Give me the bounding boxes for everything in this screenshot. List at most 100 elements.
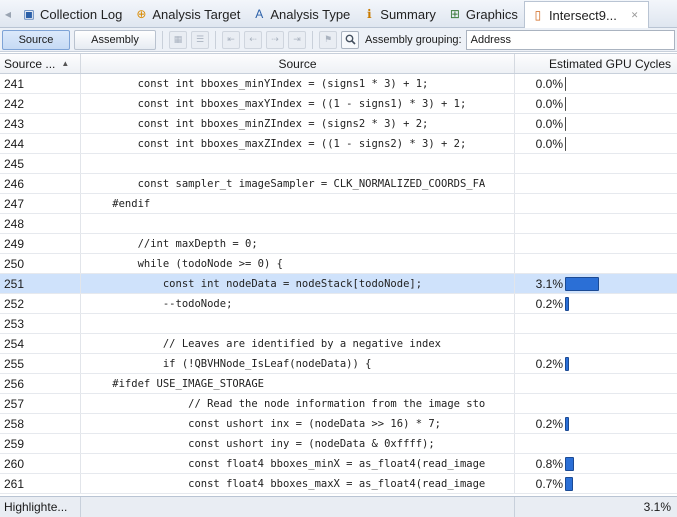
table-row[interactable]: 251 const int nodeData = nodeStack[todoN…: [0, 274, 677, 294]
table-row[interactable]: 253: [0, 314, 677, 334]
table-row[interactable]: 260 const float4 bboxes_minX = as_float4…: [0, 454, 677, 474]
gpu-cycles-bar: [565, 456, 574, 471]
line-number: 245: [0, 154, 81, 173]
assembly-grouping-select[interactable]: Address: [465, 29, 675, 50]
column-header-gpu-cycles[interactable]: Estimated GPU Cycles: [515, 54, 677, 73]
gpu-cycles-cell: 0.2%: [515, 354, 677, 373]
line-number: 242: [0, 94, 81, 113]
table-row[interactable]: 255 if (!QBVHNode_IsLeaf(nodeData)) {0.2…: [0, 354, 677, 374]
line-number: 254: [0, 334, 81, 353]
table-row[interactable]: 243 const int bboxes_minZIndex = (signs2…: [0, 114, 677, 134]
tab-collection-log[interactable]: ▣ Collection Log: [16, 1, 128, 27]
table-row[interactable]: 247 #endif: [0, 194, 677, 214]
gpu-cycles-percent: 3.1%: [535, 276, 563, 291]
source-code: const int bboxes_minZIndex = (signs2 * 3…: [81, 114, 515, 133]
table-row[interactable]: 249 //int maxDepth = 0;: [0, 234, 677, 254]
table-row[interactable]: 261 const float4 bboxes_maxX = as_float4…: [0, 474, 677, 494]
gpu-cycles-percent: 0.2%: [535, 416, 563, 431]
navigate-first-icon[interactable]: ⇤: [222, 30, 240, 49]
footer-source-cell: [81, 497, 515, 517]
gpu-cycles-bar: [565, 416, 569, 431]
tab-scroll-left-icon[interactable]: ◀: [0, 1, 16, 27]
line-number: 256: [0, 374, 81, 393]
tab-analysis-type[interactable]: A Analysis Type: [246, 1, 356, 27]
target-icon: ⊕: [136, 7, 147, 21]
gpu-cycles-bar: [565, 356, 569, 371]
tab-analysis-target[interactable]: ⊕ Analysis Target: [128, 1, 246, 27]
tab-summary[interactable]: ℹ Summary: [356, 1, 442, 27]
source-code: const ushort inx = (nodeData >> 16) * 7;: [81, 414, 515, 433]
source-code: #endif: [81, 194, 515, 213]
column-header-source[interactable]: Source: [81, 54, 515, 73]
source-code: #ifdef USE_IMAGE_STORAGE: [81, 374, 515, 393]
table-row[interactable]: 257 // Read the node information from th…: [0, 394, 677, 414]
list-view-icon[interactable]: ☰: [191, 30, 209, 49]
source-view-button[interactable]: Source: [2, 29, 70, 50]
gpu-cycles-bar: [565, 476, 573, 491]
navigate-last-icon[interactable]: ⇥: [288, 30, 306, 49]
gpu-cycles-percent: 0.2%: [535, 296, 563, 311]
search-icon[interactable]: [341, 30, 359, 49]
source-code: const int nodeData = nodeStack[todoNode]…: [81, 274, 515, 293]
line-number: 260: [0, 454, 81, 473]
source-code: const int bboxes_maxYIndex = ((1 - signs…: [81, 94, 515, 113]
column-header-gpu-cycles-label: Estimated GPU Cycles: [548, 56, 671, 71]
gpu-cycles-cell: [515, 174, 677, 193]
gpu-cycles-bar: [565, 276, 599, 291]
tab-graphics[interactable]: ⊞ Graphics: [442, 1, 524, 27]
source-code: const int bboxes_maxZIndex = ((1 - signs…: [81, 134, 515, 153]
source-code: const float4 bboxes_minX = as_float4(rea…: [81, 454, 515, 473]
source-code: const ushort iny = (nodeData & 0xffff);: [81, 434, 515, 453]
gpu-cycles-cell: [515, 374, 677, 393]
table-row[interactable]: 259 const ushort iny = (nodeData & 0xfff…: [0, 434, 677, 454]
table-row[interactable]: 250 while (todoNode >= 0) {: [0, 254, 677, 274]
table-row[interactable]: 248: [0, 214, 677, 234]
table-row[interactable]: 241 const int bboxes_minYIndex = (signs1…: [0, 74, 677, 94]
toolbar-divider: [312, 30, 313, 49]
source-code: //int maxDepth = 0;: [81, 234, 515, 253]
line-number: 255: [0, 354, 81, 373]
table-row[interactable]: 242 const int bboxes_maxYIndex = ((1 - s…: [0, 94, 677, 114]
line-number: 247: [0, 194, 81, 213]
grid-header: Source ... ▲ Source Estimated GPU Cycles: [0, 54, 677, 74]
gpu-cycles-cell: 0.2%: [515, 414, 677, 433]
line-number: 243: [0, 114, 81, 133]
source-code: while (todoNode >= 0) {: [81, 254, 515, 273]
line-number: 244: [0, 134, 81, 153]
navigate-prev-icon[interactable]: ⇠: [244, 30, 262, 49]
table-row[interactable]: 244 const int bboxes_maxZIndex = ((1 - s…: [0, 134, 677, 154]
sort-ascending-icon: ▲: [61, 59, 70, 68]
line-number: 261: [0, 474, 81, 493]
tab-label: Graphics: [465, 6, 518, 22]
gpu-cycles-bar: [565, 96, 566, 111]
gpu-cycles-percent: 0.7%: [535, 476, 563, 491]
assembly-view-button[interactable]: Assembly: [74, 29, 156, 50]
gpu-cycles-percent: 0.0%: [535, 136, 563, 151]
table-row[interactable]: 246 const sampler_t imageSampler = CLK_N…: [0, 174, 677, 194]
column-header-source-label: Source: [278, 56, 317, 71]
flag-icon[interactable]: ⚑: [319, 30, 337, 49]
grid-body: 241 const int bboxes_minYIndex = (signs1…: [0, 74, 677, 494]
navigate-next-icon[interactable]: ⇢: [266, 30, 284, 49]
source-file-icon: ▯: [534, 8, 542, 22]
gpu-cycles-percent: 0.0%: [535, 76, 563, 91]
table-row[interactable]: 245: [0, 154, 677, 174]
tab-intersect9[interactable]: ▯ Intersect9... ✕: [523, 1, 650, 28]
table-row[interactable]: 254 // Leaves are identified by a negati…: [0, 334, 677, 354]
gpu-cycles-cell: [515, 214, 677, 233]
table-row[interactable]: 252 --todoNode; 0.2%: [0, 294, 677, 314]
table-row[interactable]: 256 #ifdef USE_IMAGE_STORAGE: [0, 374, 677, 394]
gpu-cycles-percent: 0.2%: [535, 356, 563, 371]
summary-footer: Highlighte... 3.1%: [0, 496, 677, 517]
grid-view-icon[interactable]: ▦: [169, 30, 187, 49]
line-number: 246: [0, 174, 81, 193]
tab-label: Intersect9...: [548, 7, 617, 23]
tab-bar: ◀ ▣ Collection Log ⊕ Analysis Target A Analys…: [0, 0, 677, 28]
gpu-cycles-cell: [515, 234, 677, 253]
table-row[interactable]: 258 const ushort inx = (nodeData >> 16) …: [0, 414, 677, 434]
source-code: [81, 314, 515, 333]
column-header-line[interactable]: Source ... ▲: [0, 54, 81, 73]
footer-label: Highlighte...: [0, 497, 81, 517]
gpu-cycles-cell: [515, 254, 677, 273]
close-tab-icon[interactable]: ✕: [631, 10, 639, 21]
